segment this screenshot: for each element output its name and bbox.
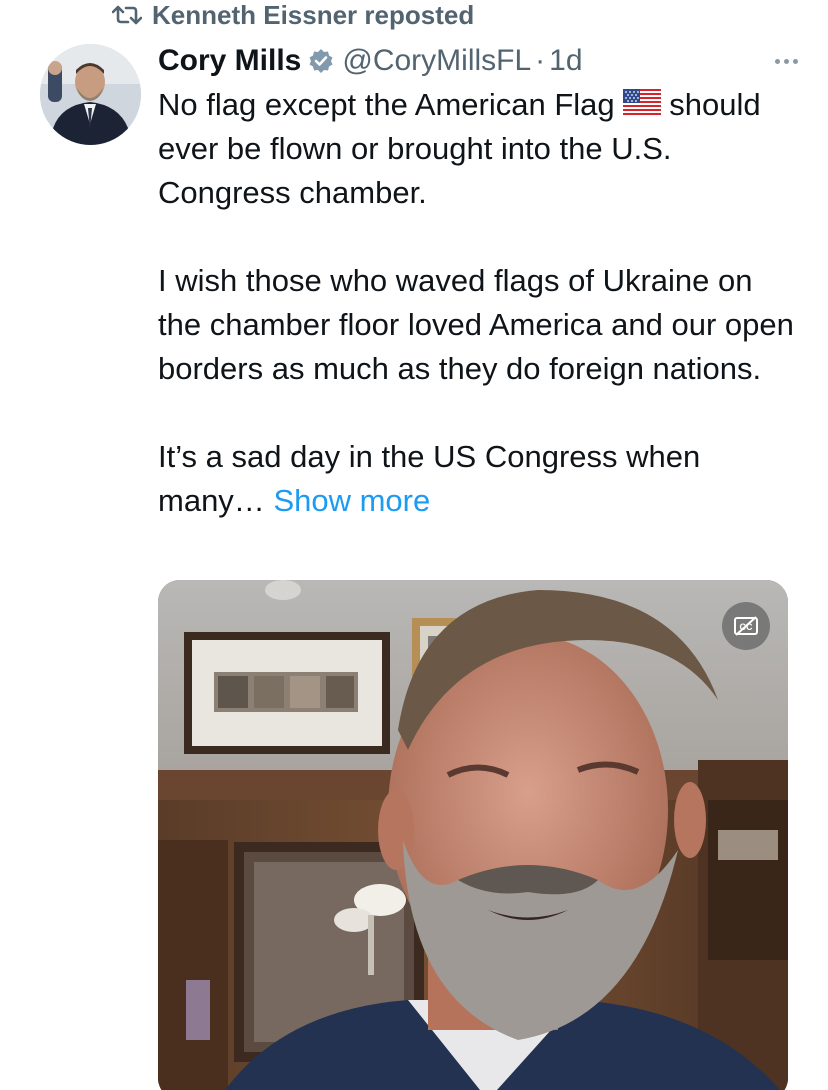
author-handle[interactable]: @CoryMillsFL <box>342 44 531 78</box>
more-options-icon[interactable] <box>775 40 798 82</box>
captions-off-icon[interactable]: CC <box>722 602 770 650</box>
repost-label: Kenneth Eissner reposted <box>152 0 475 30</box>
avatar[interactable] <box>40 44 141 145</box>
tweet-timestamp[interactable]: 1d <box>549 44 582 78</box>
repost-indicator[interactable]: Kenneth Eissner reposted <box>112 0 474 30</box>
tweet-paragraph-1: No flag except the American Flag should … <box>158 83 798 215</box>
tweet-body: No flag except the American Flag should … <box>158 83 798 523</box>
us-flag-emoji <box>622 83 661 127</box>
repost-icon <box>112 4 142 26</box>
video-frame <box>158 580 788 1090</box>
tweet-header: Cory Mills @CoryMillsFL · 1d <box>158 40 798 82</box>
author-name[interactable]: Cory Mills <box>158 44 301 78</box>
show-more-link[interactable]: Show more <box>273 483 430 518</box>
tweet-paragraph-2: I wish those who waved flags of Ukraine … <box>158 263 794 386</box>
header-separator: · <box>535 44 546 77</box>
tweet-paragraph-3: It’s a sad day in the US Congress when m… <box>158 439 701 518</box>
video-player[interactable]: CC <box>158 580 788 1090</box>
verified-badge-icon <box>308 48 334 74</box>
